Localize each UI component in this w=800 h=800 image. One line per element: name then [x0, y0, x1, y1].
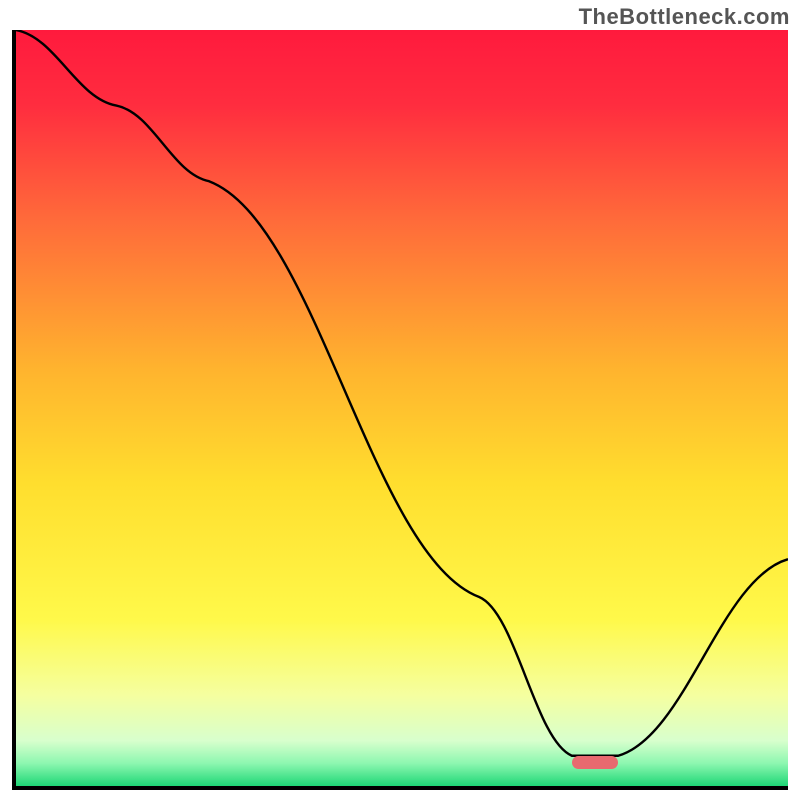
sweet-spot-marker	[572, 756, 618, 769]
bottleneck-curve	[16, 30, 788, 786]
watermark-text: TheBottleneck.com	[579, 4, 790, 30]
curve-path	[16, 30, 788, 756]
plot-area	[12, 30, 788, 790]
chart-container: TheBottleneck.com	[0, 0, 800, 800]
